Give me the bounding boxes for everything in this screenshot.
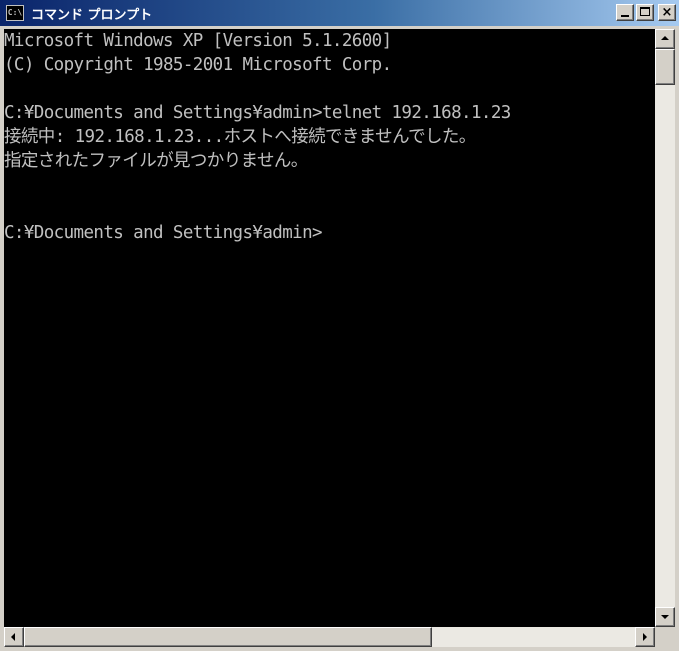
vertical-scroll-thumb[interactable] — [655, 49, 675, 85]
close-icon: × — [661, 5, 673, 20]
console-line: 指定されたファイルが見つかりません。 — [4, 151, 308, 171]
minimize-icon — [621, 15, 629, 17]
vertical-scrollbar[interactable] — [655, 29, 675, 627]
horizontal-scroll-thumb[interactable] — [24, 627, 432, 647]
maximize-button[interactable] — [636, 4, 654, 21]
cmd-icon[interactable]: C:\ — [6, 5, 24, 21]
scroll-right-button[interactable] — [635, 627, 655, 647]
console-prompt-line: C:¥Documents and Settings¥admin> — [4, 223, 323, 243]
arrow-down-icon — [661, 615, 669, 619]
arrow-up-icon — [661, 36, 669, 40]
caption-buttons: × — [616, 4, 676, 21]
minimize-button[interactable] — [616, 4, 634, 21]
scroll-down-button[interactable] — [655, 607, 675, 627]
horizontal-scrollbar[interactable] — [4, 627, 655, 647]
console-line: C:¥Documents and Settings¥admin>telnet 1… — [4, 103, 511, 123]
console-output[interactable]: Microsoft Windows XP [Version 5.1.2600] … — [4, 29, 655, 627]
command-prompt-window: C:\ コマンド プロンプト × Microsoft Windows XP [V… — [0, 0, 679, 651]
maximize-icon — [640, 7, 650, 16]
close-button[interactable]: × — [658, 4, 676, 21]
scrollbar-corner — [655, 627, 675, 647]
scroll-up-button[interactable] — [655, 29, 675, 49]
console-line: 接続中: 192.168.1.23...ホストへ接続できませんでした。 — [4, 127, 476, 147]
arrow-left-icon — [11, 633, 15, 641]
title-bar[interactable]: C:\ コマンド プロンプト × — [0, 0, 679, 26]
console-line: Microsoft Windows XP [Version 5.1.2600] — [4, 31, 392, 51]
console-line: (C) Copyright 1985-2001 Microsoft Corp. — [4, 55, 392, 75]
arrow-right-icon — [643, 633, 647, 641]
scroll-left-button[interactable] — [4, 627, 24, 647]
window-title: コマンド プロンプト — [31, 7, 153, 23]
